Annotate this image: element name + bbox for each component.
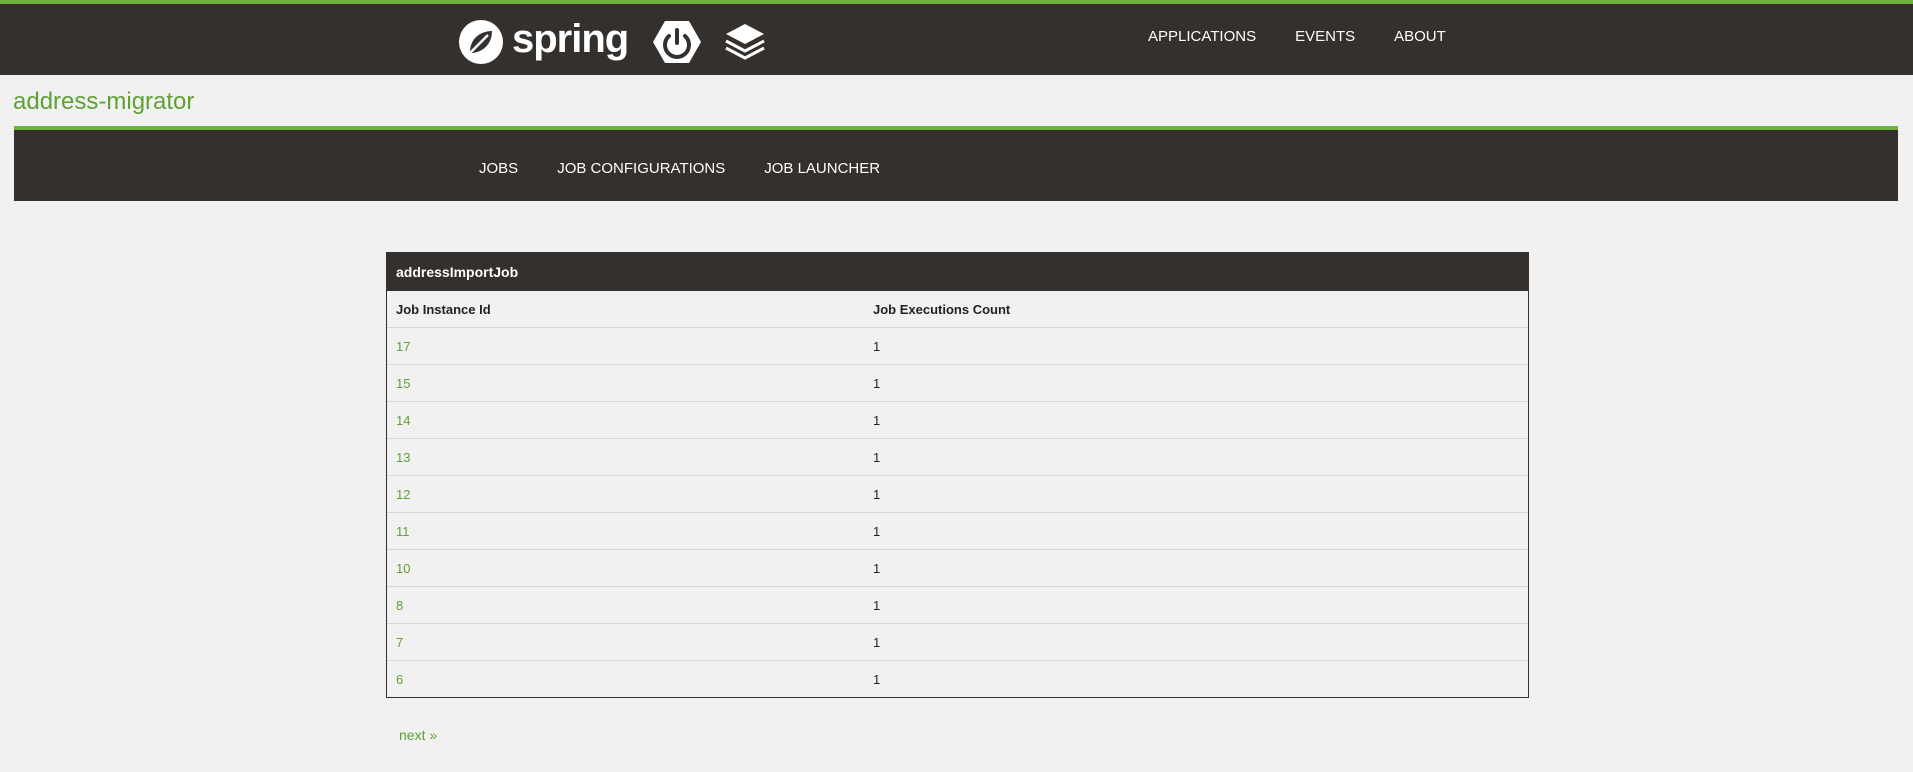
job-instance-id-link[interactable]: 10	[396, 561, 410, 576]
top-navbar: spring APPLICATIONS EVENTS ABOUT	[0, 0, 1913, 75]
executions-count: 1	[864, 549, 1528, 587]
table-row: 8 1	[387, 586, 1528, 624]
job-instance-id-link[interactable]: 8	[396, 598, 403, 613]
table-row: 13 1	[387, 438, 1528, 476]
executions-count: 1	[864, 623, 1528, 661]
table-row: 11 1	[387, 512, 1528, 550]
job-instance-id-link[interactable]: 11	[396, 524, 410, 539]
subnav-job-launcher-link[interactable]: JOB LAUNCHER	[764, 160, 880, 177]
nav-events-link[interactable]: EVENTS	[1295, 28, 1355, 45]
job-instance-id-link[interactable]: 17	[396, 339, 410, 354]
executions-count: 1	[864, 438, 1528, 476]
executions-count: 1	[864, 327, 1528, 365]
brand-logo[interactable]: spring	[458, 16, 766, 66]
table-row: 12 1	[387, 475, 1528, 513]
next-page-link[interactable]: next »	[399, 727, 437, 743]
job-instance-id-link[interactable]: 13	[396, 450, 410, 465]
executions-count: 1	[864, 512, 1528, 550]
subnav-jobs-link[interactable]: JOBS	[479, 160, 518, 177]
job-instance-id-link[interactable]: 15	[396, 376, 410, 391]
job-instances-table: Job Instance Id Job Executions Count 17 …	[387, 291, 1528, 697]
executions-count: 1	[864, 586, 1528, 624]
job-instances-panel: addressImportJob Job Instance Id Job Exe…	[386, 252, 1529, 698]
main-nav: APPLICATIONS EVENTS ABOUT	[1148, 28, 1485, 45]
table-row: 17 1	[387, 327, 1528, 365]
job-instance-id-link[interactable]: 14	[396, 413, 410, 428]
table-header-row: Job Instance Id Job Executions Count	[387, 291, 1528, 328]
executions-count: 1	[864, 660, 1528, 697]
column-header-executions-count: Job Executions Count	[873, 301, 1011, 317]
nav-about-link[interactable]: ABOUT	[1394, 28, 1446, 45]
panel-title: addressImportJob	[387, 253, 1528, 291]
job-instance-id-link[interactable]: 6	[396, 672, 403, 687]
executions-count: 1	[864, 475, 1528, 513]
page-title: address-migrator	[13, 88, 195, 115]
spring-leaf-icon	[459, 20, 503, 64]
layers-icon	[725, 24, 765, 60]
subnav-job-configurations-link[interactable]: JOB CONFIGURATIONS	[557, 160, 725, 177]
job-instance-id-link[interactable]: 7	[396, 635, 403, 650]
app-subnav: JOBS JOB CONFIGURATIONS JOB LAUNCHER	[14, 126, 1898, 201]
brand-wordmark: spring	[512, 16, 629, 61]
nav-applications-link[interactable]: APPLICATIONS	[1148, 28, 1256, 45]
table-row: 15 1	[387, 364, 1528, 402]
job-instance-id-link[interactable]: 12	[396, 487, 410, 502]
executions-count: 1	[864, 364, 1528, 402]
table-row: 7 1	[387, 623, 1528, 661]
column-header-instance-id: Job Instance Id	[396, 301, 491, 317]
power-icon	[653, 21, 702, 63]
table-row: 10 1	[387, 549, 1528, 587]
table-row: 14 1	[387, 401, 1528, 439]
executions-count: 1	[864, 401, 1528, 439]
table-row: 6 1	[387, 660, 1528, 697]
